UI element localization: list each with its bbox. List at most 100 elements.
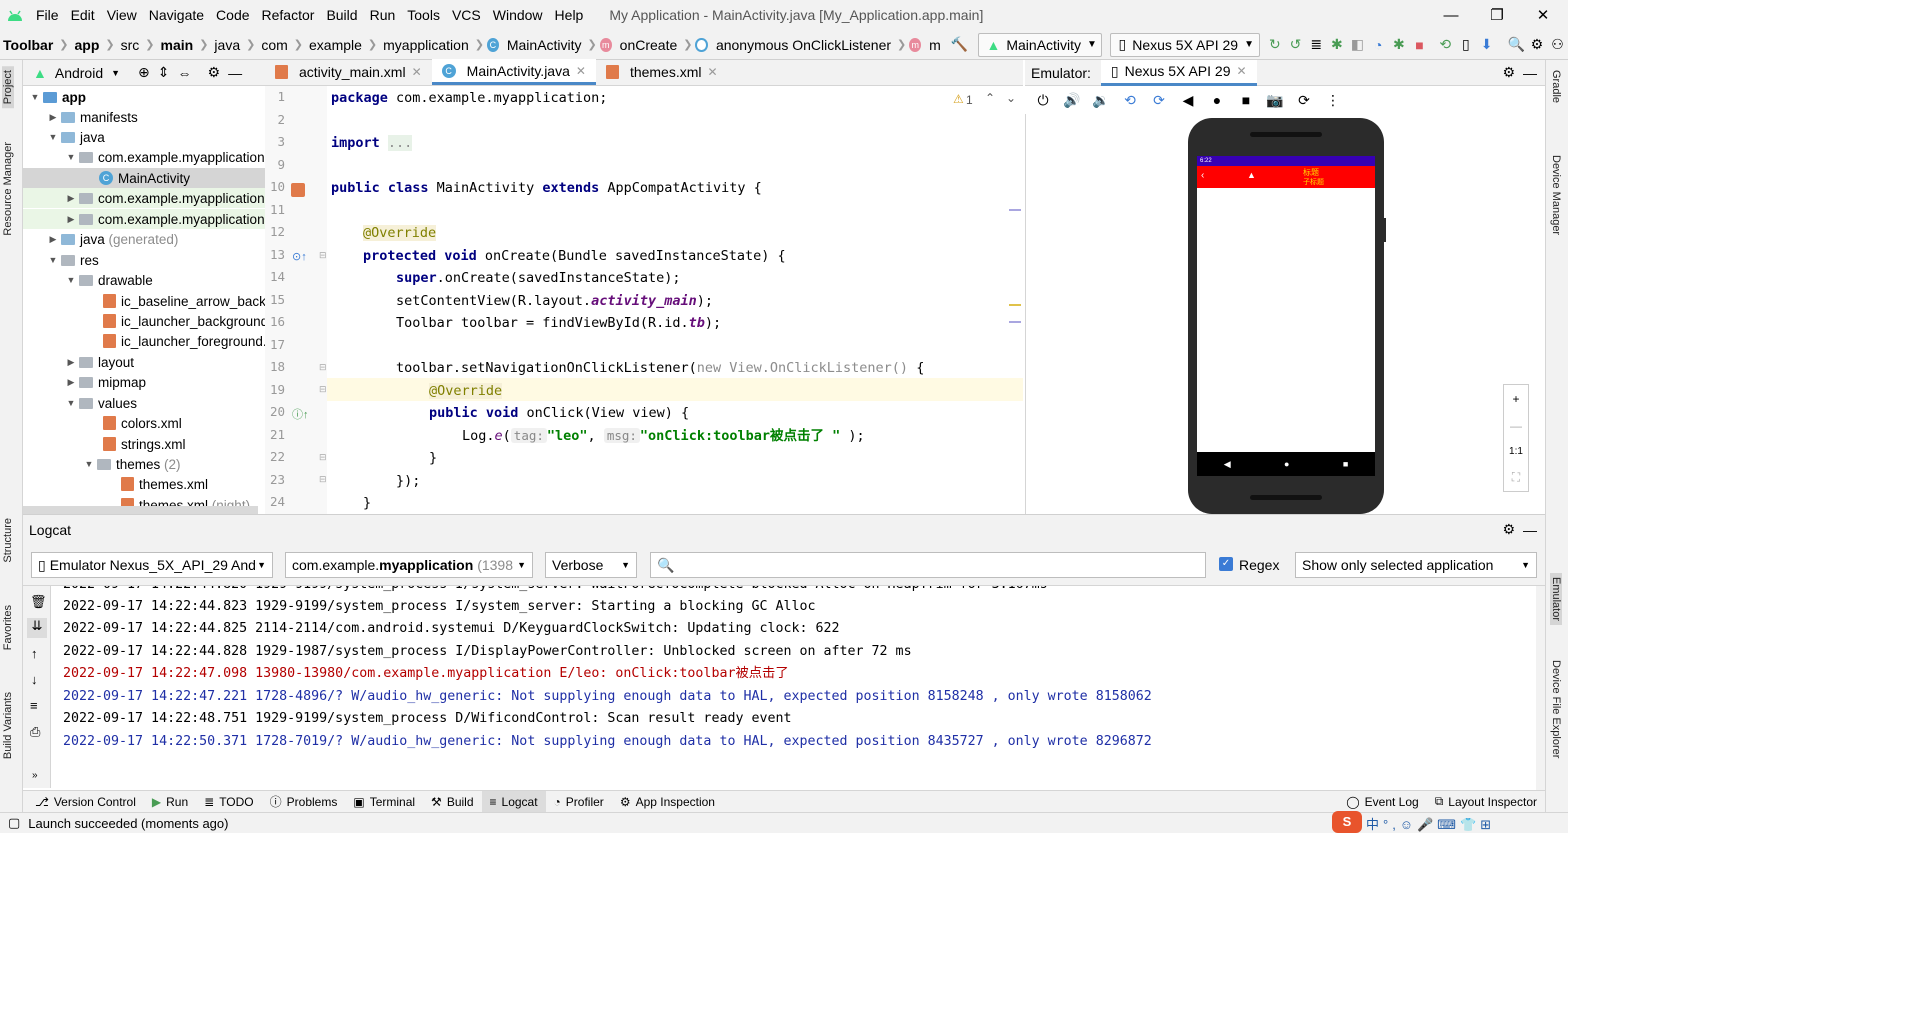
fold-icon[interactable]: ⊟ (319, 384, 327, 395)
hide-panel-icon[interactable]: — (1523, 65, 1545, 81)
tree-node-mipmap[interactable]: ▶ mipmap (63, 372, 146, 392)
fold-icon[interactable]: ⊟ (319, 452, 327, 463)
apply-code-changes-icon[interactable]: ↺ (1286, 34, 1305, 56)
tree-node-package-test[interactable]: ▶ com.example.myapplication (23, 209, 265, 229)
menu-window[interactable]: Window (487, 7, 549, 23)
override-method-icon[interactable]: ⊙↑ (292, 250, 307, 263)
hide-panel-icon[interactable]: — (1523, 522, 1545, 538)
menu-build[interactable]: Build (320, 7, 363, 23)
next-highlight-icon[interactable]: ⌄ (1006, 91, 1016, 105)
log-level-select[interactable]: Verbose ▼ (545, 552, 637, 578)
back-icon[interactable]: ◀ (1177, 89, 1199, 111)
zoom-out-icon[interactable]: — (1510, 419, 1522, 433)
nav-recents-icon[interactable]: ■ (1343, 459, 1348, 469)
ime-toolbar[interactable]: 中°,☺🎤⌨👕⊞ (1366, 814, 1495, 833)
rotate-left-icon[interactable]: ⟲ (1119, 89, 1141, 111)
tree-node-strings-xml[interactable]: strings.xml (103, 434, 186, 454)
tool-tab-terminal[interactable]: ▣ Terminal (345, 791, 423, 813)
gear-icon[interactable]: ⚙ (208, 64, 221, 81)
clear-logcat-icon[interactable]: 🗑 (30, 594, 47, 610)
print-icon[interactable]: ⎙ (30, 724, 40, 740)
fold-icon[interactable]: ⊟ (319, 250, 327, 261)
package-select[interactable]: com.example.myapplication (1398 ▼ (285, 552, 533, 578)
status-toggle-icon[interactable]: ▢ (0, 815, 28, 831)
tree-node-values[interactable]: ▼ values (63, 393, 138, 413)
tool-tab-device-file-explorer[interactable]: Device File Explorer (1550, 660, 1562, 758)
soft-wrap-icon[interactable]: ≡ (30, 698, 38, 713)
close-icon[interactable]: ✕ (1520, 0, 1566, 30)
minimize-icon[interactable]: — (1428, 0, 1474, 30)
tool-tab-event-log[interactable]: ◯ Event Log (1338, 791, 1426, 813)
breadcrumb-src[interactable]: src (118, 37, 143, 53)
attach-debugger-icon[interactable]: ✱ (1390, 34, 1409, 56)
menu-file[interactable]: File (30, 7, 65, 23)
tool-tab-resource-manager[interactable]: Resource Manager (2, 142, 14, 236)
implement-method-icon[interactable]: ⓘ↑ (292, 406, 309, 422)
tree-node-drawable[interactable]: ▼ drawable (63, 270, 153, 290)
app-filter-select[interactable]: Show only selected application ▼ (1295, 552, 1537, 578)
tab-activity-main-xml[interactable]: activity_main.xml ✕ (265, 59, 432, 85)
tool-tab-build-variants[interactable]: Build Variants (2, 692, 14, 759)
snapshot-icon[interactable]: ⟳ (1293, 89, 1315, 111)
coverage-icon[interactable]: ◧ (1348, 34, 1367, 56)
tree-node-themes-xml[interactable]: themes.xml (121, 474, 208, 494)
volume-up-icon[interactable]: 🔊 (1061, 89, 1083, 111)
fold-icon[interactable]: ⊟ (319, 474, 327, 485)
menu-tools[interactable]: Tools (401, 7, 446, 23)
previous-highlight-icon[interactable]: ⌃ (985, 91, 995, 105)
debug-icon[interactable]: ✱ (1328, 34, 1347, 56)
sdk-manager-icon[interactable]: ⬇ (1477, 34, 1496, 56)
rotate-right-icon[interactable]: ⟳ (1148, 89, 1170, 111)
menu-refactor[interactable]: Refactor (256, 7, 321, 23)
breadcrumb-com[interactable]: com (258, 37, 290, 53)
gear-icon[interactable]: ⚙ (1528, 34, 1547, 56)
breadcrumb-app[interactable]: app (72, 37, 103, 53)
logcat-search-input[interactable]: 🔍 (650, 552, 1206, 578)
breadcrumb-example[interactable]: example (306, 37, 365, 53)
overview-icon[interactable]: ■ (1235, 89, 1257, 111)
zoom-actual-size[interactable]: 1:1 (1509, 446, 1523, 457)
tool-tab-project[interactable]: Project (2, 66, 14, 109)
profile-icon[interactable]: ◔ (1369, 34, 1388, 56)
tool-tab-favorites[interactable]: Favorites (2, 605, 14, 650)
tool-tab-structure[interactable]: Structure (2, 518, 14, 563)
tool-tab-gradle[interactable]: Gradle (1550, 70, 1562, 103)
tool-tab-profiler[interactable]: ◔ Profiler (546, 791, 612, 813)
tool-tab-layout-inspector[interactable]: ⧉ Layout Inspector (1427, 791, 1545, 813)
fold-icon[interactable]: ⊟ (319, 362, 327, 373)
tool-tab-emulator[interactable]: Emulator (1550, 573, 1562, 626)
warning-icon[interactable]: ⚠ (953, 92, 964, 106)
tree-node-colors-xml[interactable]: colors.xml (103, 413, 182, 433)
tool-tab-build[interactable]: ⚒ Build (423, 791, 481, 813)
tool-tab-logcat[interactable]: ≡ Logcat (481, 790, 546, 813)
breadcrumb-mainactivity[interactable]: MainActivity (504, 37, 585, 53)
breadcrumb-java[interactable]: java (211, 37, 243, 53)
tab-mainactivity-java[interactable]: C MainActivity.java ✕ (431, 59, 596, 85)
tree-node-package[interactable]: ▼ com.example.myapplication (63, 147, 265, 167)
tool-tab-version-control[interactable]: ⎇ Version Control (27, 791, 144, 813)
tab-themes-xml[interactable]: themes.xml ✕ (596, 59, 728, 85)
more-icon[interactable]: ⋮ (1322, 89, 1344, 111)
zoom-fit-icon[interactable]: ⛶ (1512, 470, 1520, 485)
layout-resource-icon[interactable] (291, 183, 305, 197)
gear-icon[interactable]: ⚙ (1502, 64, 1523, 81)
tool-tab-app-inspection[interactable]: ⚙ App Inspection (612, 791, 723, 813)
breadcrumb-oncreate[interactable]: onCreate (617, 37, 681, 53)
breadcrumb-anonymous-listener[interactable]: anonymous OnClickListener (713, 37, 894, 53)
sync-gradle-icon[interactable]: ⟲ (1436, 34, 1455, 56)
list-icon[interactable]: ≣ (1307, 34, 1326, 56)
tab-emulator-device[interactable]: ▯ Nexus 5X API 29 ✕ (1100, 59, 1257, 86)
stop-icon[interactable]: ■ (1410, 34, 1429, 56)
tool-tab-run[interactable]: ▶ Run (144, 791, 196, 813)
apply-changes-restart-icon[interactable]: ↻ (1266, 34, 1285, 56)
hammer-icon[interactable]: 🔨 (950, 34, 969, 56)
locate-icon[interactable]: ⊕ (138, 64, 150, 81)
breadcrumb-main[interactable]: main (158, 37, 197, 53)
tree-node-layout[interactable]: ▶ layout (63, 352, 135, 372)
menu-help[interactable]: Help (549, 7, 590, 23)
menu-code[interactable]: Code (210, 7, 255, 23)
nav-back-icon[interactable]: ◀ (1224, 459, 1231, 470)
horizontal-scrollbar[interactable] (23, 506, 258, 514)
hide-panel-icon[interactable]: — (228, 65, 242, 81)
nav-home-icon[interactable]: ● (1284, 459, 1289, 469)
